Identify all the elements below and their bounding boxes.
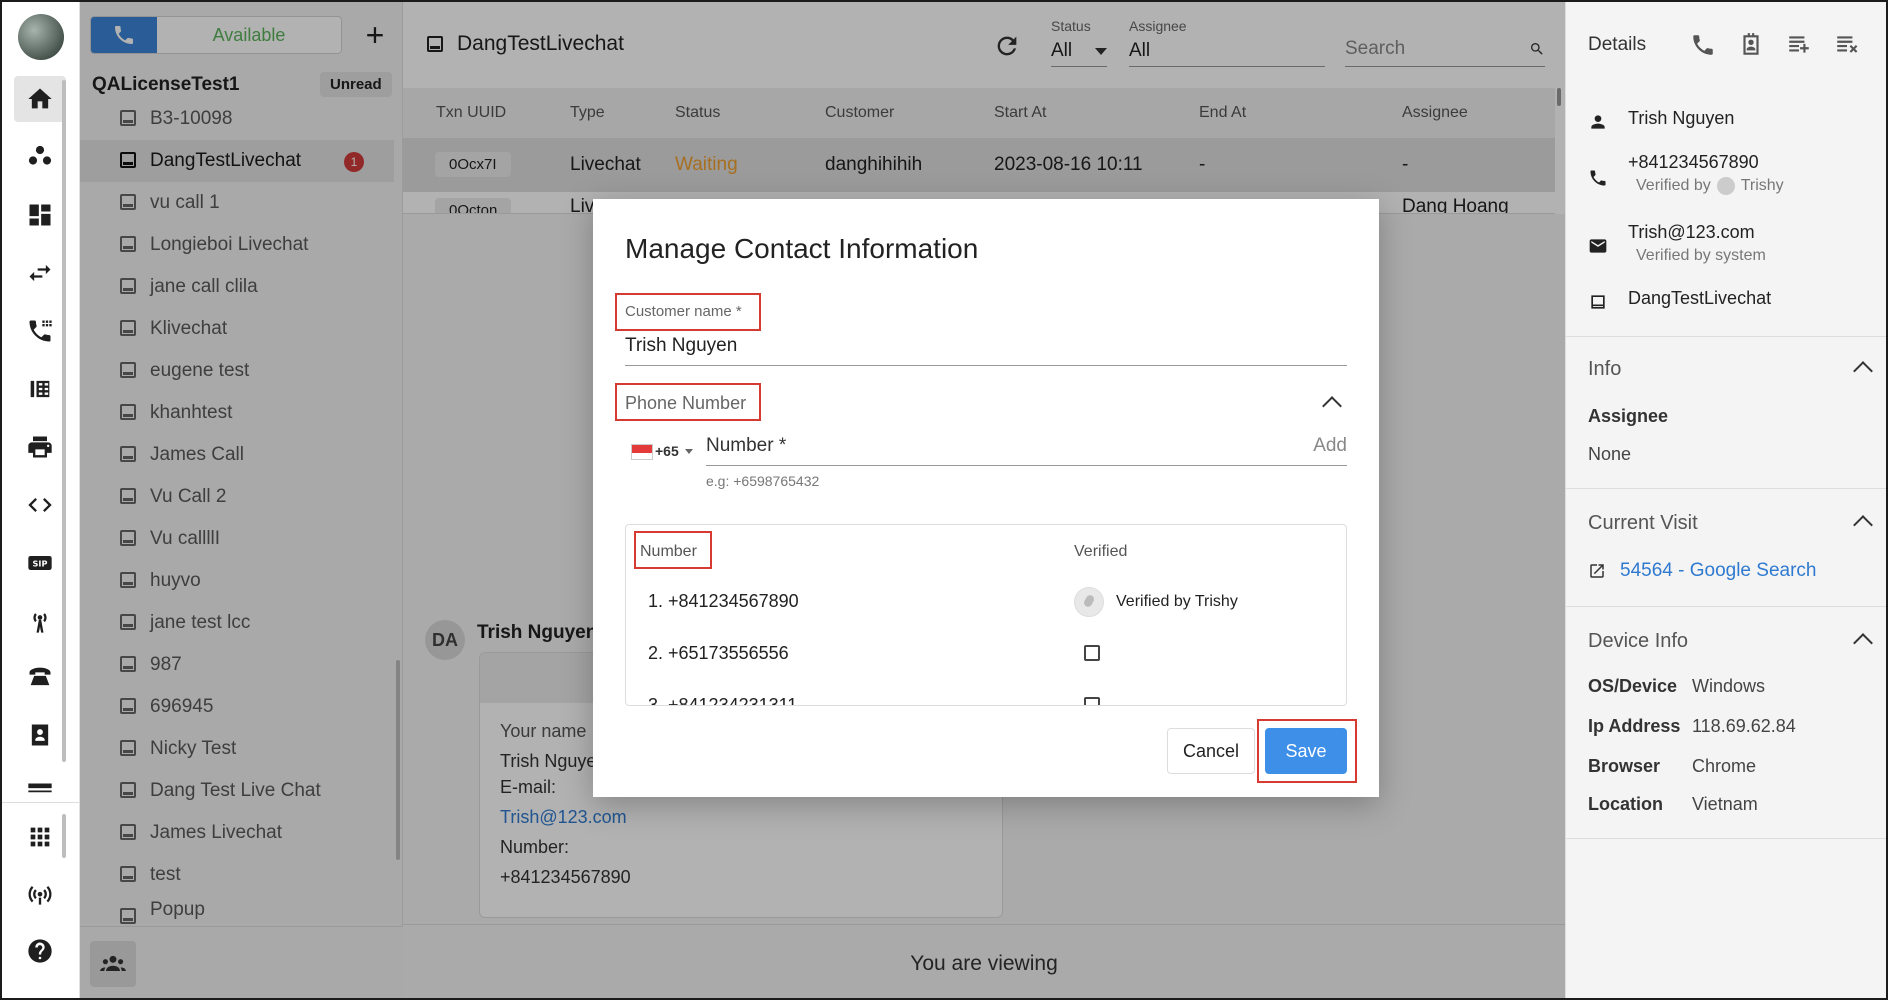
contact-phone[interactable]: +841234567890 — [1628, 152, 1784, 173]
divider — [1566, 336, 1886, 337]
mail-icon — [1589, 239, 1607, 253]
device-value: Chrome — [1692, 756, 1757, 776]
contact-channel-row: DangTestLivechat — [1588, 288, 1771, 312]
save-button[interactable]: Save — [1265, 728, 1347, 774]
dashboard-icon[interactable] — [14, 192, 66, 238]
rail-divider — [2, 802, 80, 803]
dialer-icon[interactable] — [14, 308, 66, 354]
device-value: Windows — [1692, 676, 1766, 696]
svg-text:SIP: SIP — [33, 559, 48, 569]
number-placeholder: Number * — [706, 435, 787, 456]
divider — [1566, 838, 1886, 839]
nav-rail: SIP — [2, 2, 80, 998]
current-visit-title[interactable]: Current Visit — [1588, 512, 1698, 535]
visit-link[interactable]: 54564 - Google Search — [1588, 560, 1816, 582]
help-icon[interactable] — [14, 928, 66, 974]
phone-verified: Verified by Trishy — [1636, 177, 1784, 195]
verified-prefix: Verified by — [1636, 177, 1711, 194]
verified-entry: Verified by Trishy — [1074, 587, 1238, 617]
contact-book-button[interactable] — [1738, 32, 1766, 60]
info-section-title[interactable]: Info — [1588, 358, 1621, 381]
chevron-up-icon[interactable] — [1853, 633, 1873, 653]
add-note-icon — [1789, 36, 1809, 53]
chevron-up-icon[interactable] — [1853, 361, 1873, 381]
contact-name: Trish Nguyen — [1628, 108, 1735, 128]
chevron-up-icon[interactable] — [1322, 396, 1342, 416]
assignee-label: Assignee — [1588, 406, 1669, 426]
contact-email-row: Trish@123.com Verified by system — [1588, 222, 1766, 265]
signal-icon[interactable] — [14, 870, 66, 916]
verified-column-header: Verified — [1074, 543, 1128, 560]
details-panel: Details Trish Nguyen +841234567890 Verif… — [1565, 2, 1886, 998]
apps-grid-icon[interactable] — [14, 814, 66, 860]
device-value: Vietnam — [1692, 794, 1758, 814]
device-label: Ip Address — [1588, 716, 1681, 736]
caret-down-icon[interactable] — [685, 449, 693, 454]
add-number-button[interactable]: Add — [1313, 435, 1347, 457]
contact-channel: DangTestLivechat — [1628, 288, 1772, 308]
transfer-icon[interactable] — [14, 250, 66, 296]
sip-icon[interactable]: SIP — [14, 540, 66, 586]
number-column-header: Number — [640, 543, 697, 560]
customer-name-label: Customer name * — [625, 303, 742, 320]
contact-name-row: Trish Nguyen — [1588, 108, 1734, 132]
user-avatar[interactable] — [18, 14, 64, 60]
home-icon[interactable] — [14, 76, 66, 122]
verifier-avatar — [1716, 177, 1735, 195]
visit-link-text[interactable]: 54564 - Google Search — [1620, 560, 1816, 582]
person-icon — [1591, 115, 1605, 129]
printer-icon[interactable] — [14, 424, 66, 470]
numbers-table: Number Verified 1. +841234567890 Verifie… — [625, 524, 1347, 706]
email-verified: Verified by system — [1636, 247, 1766, 264]
rail-scrollbar[interactable] — [62, 80, 66, 762]
add-note-button[interactable] — [1786, 32, 1814, 60]
team-icon[interactable] — [14, 134, 66, 180]
divider — [1566, 606, 1886, 607]
number-entry: 3. +841234231311 — [648, 695, 798, 706]
broadcast-icon[interactable] — [14, 598, 66, 644]
country-code-select[interactable]: +65 — [655, 443, 679, 459]
number-field[interactable]: Number * Add — [706, 435, 1347, 466]
number-entry: 2. +65173556556 — [648, 643, 789, 663]
contact-book-icon — [1743, 33, 1759, 55]
device-label: Location — [1588, 794, 1663, 814]
number-hint: e.g: +6598765432 — [706, 473, 820, 489]
singapore-flag-icon[interactable] — [631, 444, 653, 460]
contact-card-icon[interactable] — [14, 712, 66, 758]
manage-contact-dialog: Manage Contact Information Customer name… — [593, 199, 1379, 797]
divider — [1566, 488, 1886, 489]
dialog-title: Manage Contact Information — [625, 233, 979, 264]
device-label: OS/Device — [1588, 676, 1678, 696]
chevron-up-icon[interactable] — [1853, 515, 1873, 535]
device-info-title[interactable]: Device Info — [1588, 630, 1688, 653]
bar-icon[interactable] — [14, 764, 66, 810]
phone-icon — [1693, 35, 1713, 55]
assignee-value: None — [1588, 444, 1632, 464]
customer-name-field[interactable]: Trish Nguyen — [625, 335, 1347, 366]
clear-list-icon — [1837, 36, 1858, 53]
number-entry: 1. +841234567890 — [648, 591, 799, 611]
phone-section-title: Phone Number — [625, 393, 747, 413]
contact-email[interactable]: Trish@123.com — [1628, 222, 1766, 243]
telephone-icon[interactable] — [14, 654, 66, 700]
cancel-button[interactable]: Cancel — [1167, 728, 1255, 774]
verified-text: Verified by Trishy — [1116, 593, 1238, 610]
verifier-avatar — [1074, 587, 1104, 617]
verify-checkbox[interactable] — [1084, 645, 1100, 661]
close-note-button[interactable] — [1834, 32, 1862, 60]
call-action-button[interactable] — [1690, 32, 1718, 60]
app-window: SIP Available + QALicenseTest1 Unread B3… — [0, 0, 1888, 1000]
rail-scrollbar-lower[interactable] — [62, 814, 66, 858]
verifier-name: Trishy — [1740, 177, 1784, 194]
phone-directory-icon[interactable] — [14, 366, 66, 412]
phone-icon — [1590, 170, 1606, 186]
external-link-icon — [1590, 564, 1604, 578]
verify-checkbox[interactable] — [1084, 697, 1100, 705]
contact-phone-row: +841234567890 Verified by Trishy — [1588, 152, 1784, 195]
device-value: 118.69.62.84 — [1692, 716, 1796, 736]
device-label: Browser — [1588, 756, 1661, 776]
details-title: Details — [1588, 34, 1647, 55]
code-icon[interactable] — [14, 482, 66, 528]
chat-icon — [1591, 295, 1605, 309]
